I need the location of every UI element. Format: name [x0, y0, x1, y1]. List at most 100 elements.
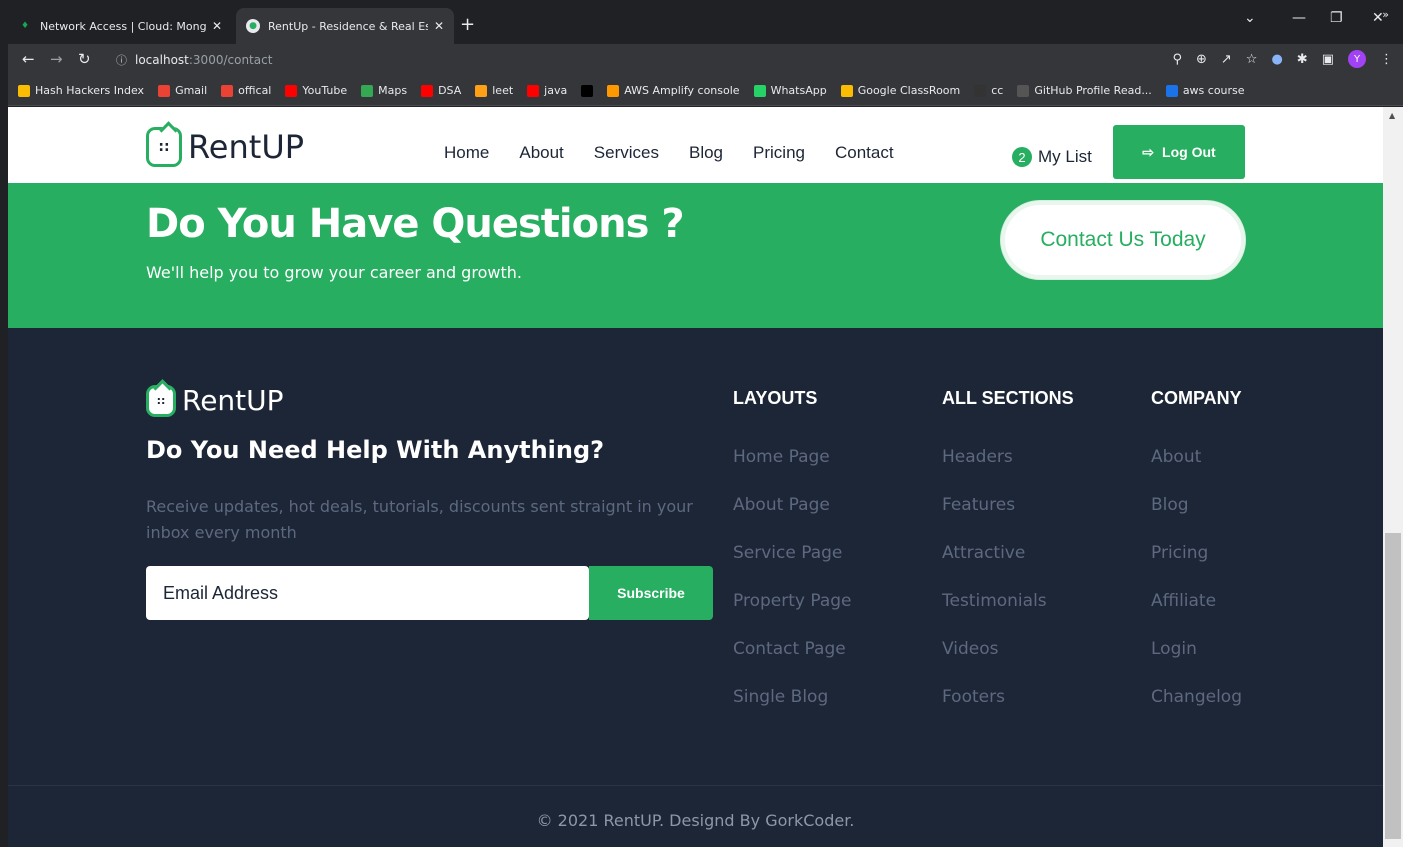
- side-panel-icon[interactable]: ▣: [1322, 52, 1334, 67]
- footer-logo-text: RentUP: [182, 384, 284, 417]
- restore-icon[interactable]: ❐: [1330, 10, 1343, 26]
- toolbar-icons: ⚲ ⊕ ↗ ☆ ● ✱ ▣ Y ⋮: [1172, 50, 1393, 68]
- bookmark-label: cc: [991, 84, 1004, 97]
- page-scrollbar[interactable]: ▲: [1383, 107, 1403, 847]
- share-icon[interactable]: ↗: [1221, 52, 1232, 67]
- browser-window: ♦ Network Access | Cloud: MongoD ✕ ● Ren…: [8, 0, 1403, 847]
- more-bookmarks-icon[interactable]: »: [1382, 8, 1389, 21]
- bookmarks-bar: Hash Hackers Index Gmail offical YouTube Map…: [8, 76, 1403, 106]
- address-bar[interactable]: ⓘ localhost :3000/contact: [108, 48, 1248, 72]
- footer-link[interactable]: Features: [942, 495, 1074, 543]
- my-list[interactable]: 2 My List: [1012, 147, 1092, 167]
- bookmark-label: Maps: [378, 84, 408, 97]
- site-info-icon[interactable]: ⓘ: [116, 52, 127, 68]
- footer-column-layouts: LAYOUTS Home Page About Page Service Page Pr…: [733, 388, 852, 735]
- footer-link[interactable]: Testimonials: [942, 591, 1074, 639]
- bookmark-favicon-icon: [1017, 84, 1030, 97]
- bookmark-item[interactable]: offical: [221, 84, 271, 97]
- bookmark-item[interactable]: WhatsApp: [753, 84, 827, 97]
- bookmark-item[interactable]: GitHub Profile Read...: [1017, 84, 1152, 97]
- footer-link[interactable]: Footers: [942, 687, 1074, 735]
- footer-link[interactable]: Affiliate: [1151, 591, 1242, 639]
- nav-link-home[interactable]: Home: [444, 143, 489, 163]
- footer-link[interactable]: Property Page: [733, 591, 852, 639]
- bookmark-item[interactable]: Google ClassRoom: [840, 84, 961, 97]
- back-arrow-icon[interactable]: ←: [22, 50, 35, 68]
- footer-column-title: LAYOUTS: [733, 388, 818, 408]
- scroll-up-arrow-icon[interactable]: ▲: [1389, 111, 1395, 120]
- bookmark-label: Google ClassRoom: [857, 84, 961, 97]
- bookmark-item[interactable]: DSA: [421, 84, 461, 97]
- scrollbar-thumb[interactable]: [1385, 533, 1401, 839]
- nav-link-blog[interactable]: Blog: [689, 143, 723, 163]
- footer-link[interactable]: Blog: [1151, 495, 1242, 543]
- bookmark-item[interactable]: Maps: [361, 84, 407, 97]
- bookmark-favicon-icon: [974, 84, 987, 97]
- minimize-icon[interactable]: —: [1292, 10, 1306, 26]
- tab-rentup[interactable]: ● RentUp - Residence & Real Estate ✕: [236, 8, 454, 44]
- footer-link[interactable]: Login: [1151, 639, 1242, 687]
- banner-title: Do You Have Questions ?: [146, 201, 685, 247]
- bookmark-item[interactable]: [581, 84, 594, 97]
- browser-toolbar: ← → ↻ ⓘ localhost :3000/contact ⚲ ⊕ ↗ ☆ …: [8, 44, 1403, 76]
- footer-divider: [8, 785, 1383, 786]
- nav-link-services[interactable]: Services: [594, 143, 659, 163]
- reload-icon[interactable]: ↻: [78, 50, 91, 68]
- bookmark-item[interactable]: AWS Amplify console: [607, 84, 740, 97]
- footer-link[interactable]: About: [1151, 447, 1242, 495]
- footer-help-title: Do You Need Help With Anything?: [146, 436, 605, 464]
- bookmark-item[interactable]: Gmail: [158, 84, 207, 97]
- email-input[interactable]: [146, 566, 589, 620]
- footer-link[interactable]: Headers: [942, 447, 1074, 495]
- rentup-favicon-icon: ●: [246, 19, 260, 33]
- footer-link[interactable]: Service Page: [733, 543, 852, 591]
- bookmark-item[interactable]: YouTube: [285, 84, 347, 97]
- footer-link[interactable]: Pricing: [1151, 543, 1242, 591]
- logout-button[interactable]: ⇨ Log Out: [1113, 125, 1245, 179]
- key-icon[interactable]: ⚲: [1172, 52, 1182, 67]
- footer-link[interactable]: Contact Page: [733, 639, 852, 687]
- header-logo[interactable]: :: RentUP: [146, 127, 304, 167]
- bookmark-item[interactable]: Hash Hackers Index: [18, 84, 144, 97]
- bookmark-favicon-icon: [285, 84, 298, 97]
- menu-kebab-icon[interactable]: ⋮: [1380, 52, 1393, 67]
- extension-icon[interactable]: ●: [1271, 52, 1282, 67]
- footer-link[interactable]: Home Page: [733, 447, 852, 495]
- forward-arrow-icon[interactable]: →: [50, 50, 63, 68]
- tab-mongodb[interactable]: ♦ Network Access | Cloud: MongoD ✕: [8, 8, 232, 44]
- tab-title: RentUp - Residence & Real Estate: [268, 19, 428, 33]
- bookmark-star-icon[interactable]: ☆: [1246, 52, 1258, 67]
- bookmark-favicon-icon: [361, 84, 374, 97]
- site-header: :: RentUP Home About Services Blog Pricing Co…: [8, 107, 1383, 183]
- footer-link[interactable]: About Page: [733, 495, 852, 543]
- nav-link-contact[interactable]: Contact: [835, 143, 894, 163]
- nav-link-pricing[interactable]: Pricing: [753, 143, 805, 163]
- nav-link-about[interactable]: About: [519, 143, 563, 163]
- bookmark-favicon-icon: [527, 84, 540, 97]
- footer-link[interactable]: Changelog: [1151, 687, 1242, 735]
- close-tab-icon[interactable]: ✕: [434, 19, 444, 33]
- bookmark-favicon-icon: [221, 84, 234, 97]
- puzzle-icon[interactable]: ✱: [1297, 52, 1308, 67]
- footer-description: Receive updates, hot deals, tutorials, d…: [146, 497, 693, 542]
- bookmark-item[interactable]: java: [527, 84, 567, 97]
- profile-avatar[interactable]: Y: [1348, 50, 1366, 68]
- footer-column-title: ALL SECTIONS: [942, 388, 1074, 408]
- contact-us-button[interactable]: Contact Us Today: [1001, 201, 1245, 279]
- bookmark-item[interactable]: cc: [974, 84, 1003, 97]
- bookmark-item[interactable]: leet: [475, 84, 513, 97]
- close-tab-icon[interactable]: ✕: [212, 19, 222, 33]
- bookmark-label: YouTube: [302, 84, 348, 97]
- footer-link[interactable]: Videos: [942, 639, 1074, 687]
- new-tab-icon[interactable]: +: [460, 14, 475, 35]
- tab-search-chevron-icon[interactable]: ⌄: [1244, 10, 1256, 26]
- footer-logo[interactable]: :: RentUP: [146, 384, 284, 417]
- bookmark-label: AWS Amplify console: [624, 84, 740, 97]
- bookmark-label: GitHub Profile Read...: [1034, 84, 1152, 97]
- bookmark-item[interactable]: aws course: [1165, 84, 1245, 97]
- zoom-icon[interactable]: ⊕: [1196, 52, 1207, 67]
- bookmark-favicon-icon: [581, 84, 594, 97]
- footer-link[interactable]: Single Blog: [733, 687, 852, 735]
- subscribe-button[interactable]: Subscribe: [589, 566, 713, 620]
- footer-link[interactable]: Attractive: [942, 543, 1074, 591]
